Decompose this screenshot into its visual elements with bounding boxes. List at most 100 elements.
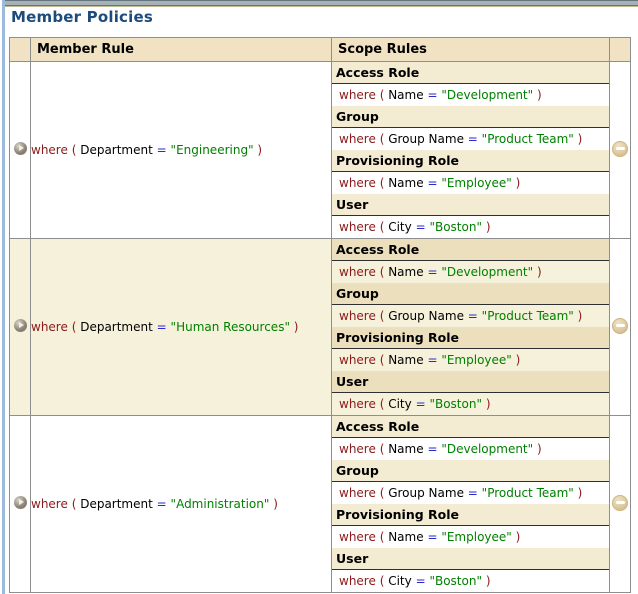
scope-section-header: Group [332,460,609,482]
open-paren: ( [72,143,77,157]
scope-section-header: Access Role [332,62,609,84]
attribute-name: City [388,397,412,411]
expand-row-button[interactable] [14,142,27,155]
chevron-right-circle-icon [14,319,27,332]
attribute-value: "Development" [441,442,533,456]
expand-row-button[interactable] [14,496,27,509]
open-paren: ( [380,353,385,367]
expand-cell [10,62,31,239]
close-paren: ) [516,530,521,544]
scope-rule-clause: where ( City = "Boston" ) [332,393,609,415]
scope-rules-cell: Access Role where ( Name = "Development"… [332,416,610,593]
expand-cell [10,239,31,416]
where-keyword: where [31,143,68,157]
where-keyword: where [339,265,376,279]
attribute-value: "Development" [441,88,533,102]
where-keyword: where [339,132,376,146]
attribute-name: Name [388,88,423,102]
header-remove-column [610,38,631,62]
close-paren: ) [516,176,521,190]
attribute-name: Group Name [388,132,464,146]
equals-operator: = [427,265,437,279]
scope-section-header: Group [332,106,609,128]
header-member-rule: Member Rule [31,38,332,62]
equals-operator: = [416,220,426,234]
scope-rule-clause: where ( Name = "Employee" ) [332,172,609,194]
where-keyword: where [339,176,376,190]
attribute-value: "Product Team" [482,132,574,146]
close-paren: ) [486,574,491,588]
member-policies-table: Member Rule Scope Rules where ( Departme… [9,37,631,593]
attribute-name: Name [388,265,423,279]
attribute-value: "Engineering" [171,143,254,157]
scope-section-header: Provisioning Role [332,150,609,172]
member-rule-clause: where ( Department = "Administration" ) [31,497,331,511]
attribute-name: Name [388,442,423,456]
member-rule-clause: where ( Department = "Human Resources" ) [31,320,331,334]
table-row: where ( Department = "Engineering" ) Acc… [10,62,631,239]
where-keyword: where [339,309,376,323]
attribute-value: "Human Resources" [171,320,290,334]
open-paren: ( [72,497,77,511]
expand-row-button[interactable] [14,319,27,332]
member-rule-cell: where ( Department = "Administration" ) [31,416,332,593]
equals-operator: = [427,442,437,456]
open-paren: ( [380,530,385,544]
scope-rules-cell: Access Role where ( Name = "Development"… [332,239,610,416]
close-paren: ) [486,397,491,411]
attribute-name: Group Name [388,309,464,323]
close-paren: ) [537,88,542,102]
scope-rule-clause: where ( Name = "Employee" ) [332,349,609,371]
remove-row-button[interactable] [612,141,628,157]
scope-section-header: Provisioning Role [332,504,609,526]
where-keyword: where [339,397,376,411]
scope-section-header: Access Role [332,416,609,438]
scope-rule-clause: where ( Group Name = "Product Team" ) [332,482,609,504]
scope-section-header: User [332,194,609,216]
page-title: Member Policies [11,8,153,26]
open-paren: ( [380,309,385,323]
close-paren: ) [294,320,299,334]
equals-operator: = [427,88,437,102]
attribute-name: Name [388,353,423,367]
header-expand-column [10,38,31,62]
window-left-edge [2,0,5,594]
attribute-value: "Administration" [171,497,270,511]
member-rule-clause: where ( Department = "Engineering" ) [31,143,331,157]
attribute-value: "Employee" [441,176,511,190]
scope-rules-cell: Access Role where ( Name = "Development"… [332,62,610,239]
remove-cell [610,239,631,416]
where-keyword: where [339,88,376,102]
attribute-value: "Product Team" [482,486,574,500]
attribute-name: Name [388,530,423,544]
scope-section-header: Group [332,283,609,305]
open-paren: ( [380,220,385,234]
table-header-row: Member Rule Scope Rules [10,38,631,62]
scope-rule-clause: where ( Name = "Development" ) [332,84,609,106]
attribute-value: "Boston" [429,397,482,411]
scope-section-header: Access Role [332,239,609,261]
where-keyword: where [31,497,68,511]
scope-rule-clause: where ( Name = "Development" ) [332,438,609,460]
open-paren: ( [72,320,77,334]
attribute-name: Name [388,176,423,190]
equals-operator: = [468,486,478,500]
remove-row-button[interactable] [612,318,628,334]
equals-operator: = [157,143,167,157]
equals-operator: = [427,530,437,544]
attribute-name: City [388,574,412,588]
open-paren: ( [380,265,385,279]
close-paren: ) [516,353,521,367]
where-keyword: where [339,530,376,544]
equals-operator: = [157,497,167,511]
equals-operator: = [468,309,478,323]
member-rule-cell: where ( Department = "Engineering" ) [31,62,332,239]
remove-row-button[interactable] [612,495,628,511]
remove-cell [610,416,631,593]
attribute-name: Department [80,143,153,157]
minus-circle-icon [612,495,628,511]
member-rule-cell: where ( Department = "Human Resources" ) [31,239,332,416]
scope-rule-clause: where ( Group Name = "Product Team" ) [332,128,609,150]
table-row: where ( Department = "Administration" ) … [10,416,631,593]
equals-operator: = [157,320,167,334]
